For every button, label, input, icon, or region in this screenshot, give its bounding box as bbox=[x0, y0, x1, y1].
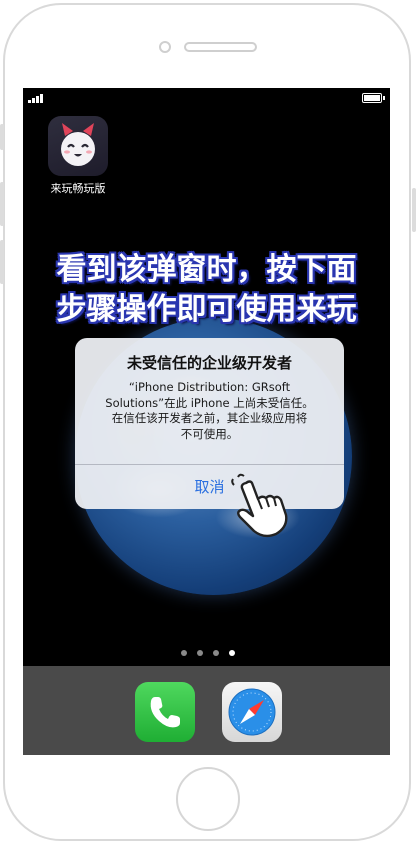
page-dot bbox=[181, 650, 187, 656]
page-indicator bbox=[181, 650, 237, 658]
mute-switch bbox=[0, 124, 4, 150]
home-button[interactable] bbox=[176, 767, 240, 831]
earpiece-speaker bbox=[184, 42, 257, 52]
untrusted-developer-alert: 未受信任的企业级开发者 “iPhone Distribution: GRsoft… bbox=[75, 338, 344, 509]
alert-message-line: “iPhone Distribution: GRsoft bbox=[128, 380, 291, 394]
phone-icon[interactable] bbox=[135, 682, 195, 742]
front-camera bbox=[159, 41, 171, 53]
signal-strength-icon bbox=[28, 94, 48, 103]
power-button bbox=[412, 188, 416, 232]
cancel-button[interactable]: 取消 bbox=[75, 465, 344, 509]
status-bar bbox=[23, 88, 390, 108]
page-dot-active bbox=[229, 650, 235, 656]
page-dot bbox=[213, 650, 219, 656]
app-label: 来玩畅玩版 bbox=[50, 182, 106, 195]
home-screen: 来玩畅玩版 看到该弹窗时，按下面 步骤操作即可使用来玩 未受信任的企业级开发者 … bbox=[23, 88, 390, 755]
dock bbox=[23, 666, 390, 755]
page-dot bbox=[197, 650, 203, 656]
safari-icon[interactable] bbox=[222, 682, 282, 742]
alert-title: 未受信任的企业级开发者 bbox=[126, 354, 292, 372]
alert-message-line: Solutions”在此 iPhone 上尚未受信任。 bbox=[105, 395, 314, 410]
alert-message: “iPhone Distribution: GRsoft Solutions”在… bbox=[85, 380, 334, 442]
alert-message-line: 在信任该开发者之前，其企业级应用将 bbox=[111, 411, 308, 425]
smiling-mascot-icon[interactable] bbox=[48, 116, 108, 176]
alert-message-line: 不可使用。 bbox=[180, 426, 239, 441]
headline-line-1: 看到该弹窗时，按下面 bbox=[56, 252, 357, 287]
volume-down-button bbox=[0, 240, 4, 284]
pointing-hand-icon bbox=[228, 471, 290, 539]
instruction-headline: 看到该弹窗时，按下面 步骤操作即可使用来玩 bbox=[23, 250, 390, 330]
battery-icon bbox=[362, 93, 385, 103]
volume-up-button bbox=[0, 182, 4, 226]
headline-line-2: 步骤操作即可使用来玩 bbox=[56, 292, 357, 327]
